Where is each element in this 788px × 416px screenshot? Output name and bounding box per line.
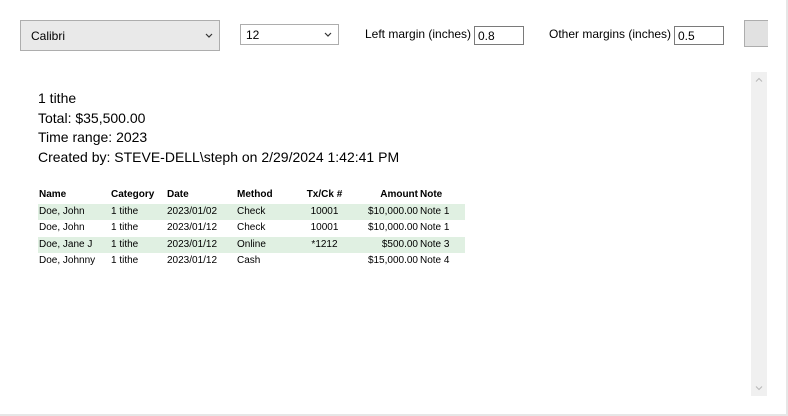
cell-name: Doe, John xyxy=(38,203,110,220)
report-created-by: Created by: STEVE-DELL\steph on 2/29/202… xyxy=(38,149,400,166)
chevron-down-icon xyxy=(324,32,332,37)
table-row: Doe, John 1 tithe 2023/01/02 Check 10001… xyxy=(38,203,465,220)
column-header-category: Category xyxy=(111,189,155,200)
cell-date: 2023/01/12 xyxy=(166,236,236,253)
column-header-name: Name xyxy=(39,189,67,200)
left-margin-label: Left margin (inches) xyxy=(365,27,472,41)
cell-date: 2023/01/12 xyxy=(167,255,218,266)
cell-category: 1 tithe xyxy=(110,236,166,253)
cell-tx-ck: 10001 xyxy=(310,222,339,233)
cell-amount: $10,000.00 xyxy=(349,203,419,220)
font-family-value: Calibri xyxy=(31,28,66,43)
other-margins-label: Other margins (inches) xyxy=(549,27,672,41)
column-header-note: Note xyxy=(420,189,443,200)
font-family-dropdown[interactable]: Calibri xyxy=(20,20,220,51)
cell-amount: $10,000.00 xyxy=(367,222,418,233)
table-row: Doe, Johnny 1 tithe 2023/01/12 Cash $15,… xyxy=(38,253,465,270)
cell-tx-ck: *1212 xyxy=(300,236,349,253)
cell-date: 2023/01/12 xyxy=(167,222,218,233)
cell-note: Note 4 xyxy=(420,255,450,266)
cell-name: Doe, Johnny xyxy=(39,255,96,266)
report-header: 1 tithe Total: $35,500.00 Time range: 20… xyxy=(38,89,399,168)
left-margin-input[interactable] xyxy=(474,26,524,45)
cell-name: Doe, John xyxy=(39,222,85,233)
cell-note: Note 3 xyxy=(419,236,465,253)
cell-method: Online xyxy=(236,236,300,253)
report-total: Total: $35,500.00 xyxy=(38,109,146,126)
report-table: Name Category Date Method Tx/Ck # Amount… xyxy=(38,187,465,270)
cell-amount: $500.00 xyxy=(349,236,419,253)
scroll-down-icon[interactable] xyxy=(754,383,764,393)
cell-name: Doe, Jane J xyxy=(38,236,110,253)
cell-method: Check xyxy=(236,203,300,220)
cell-tx-ck: 10001 xyxy=(300,203,349,220)
table-row: Doe, John 1 tithe 2023/01/12 Check 10001… xyxy=(38,220,465,237)
font-size-dropdown[interactable]: 12 xyxy=(240,24,339,45)
action-button-face xyxy=(744,20,768,47)
report-time-range: Time range: 2023 xyxy=(38,129,148,146)
cell-method: Check xyxy=(237,222,266,233)
table-header-row: Name Category Date Method Tx/Ck # Amount… xyxy=(38,187,465,204)
cell-amount: $15,000.00 xyxy=(367,255,418,266)
cell-category: 1 tithe xyxy=(111,222,139,233)
cell-note: Note 1 xyxy=(419,203,465,220)
chevron-down-icon xyxy=(205,33,213,38)
action-button[interactable] xyxy=(744,20,768,47)
column-header-method: Method xyxy=(237,189,273,200)
cell-category: 1 tithe xyxy=(111,255,139,266)
cell-category: 1 tithe xyxy=(110,203,166,220)
column-header-amount: Amount xyxy=(380,189,418,200)
table-row: Doe, Jane J 1 tithe 2023/01/12 Online *1… xyxy=(38,236,465,253)
cell-tx-ck xyxy=(300,253,349,270)
cell-date: 2023/01/02 xyxy=(166,203,236,220)
cell-method: Cash xyxy=(237,255,261,266)
column-header-date: Date xyxy=(167,189,189,200)
scroll-up-icon[interactable] xyxy=(754,75,764,85)
other-margins-input[interactable] xyxy=(674,26,724,45)
report-category-title: 1 tithe xyxy=(38,90,77,106)
column-header-tx-ck: Tx/Ck # xyxy=(306,189,343,200)
cell-note: Note 1 xyxy=(420,222,450,233)
vertical-scrollbar[interactable] xyxy=(751,72,767,396)
font-size-value: 12 xyxy=(246,27,260,42)
